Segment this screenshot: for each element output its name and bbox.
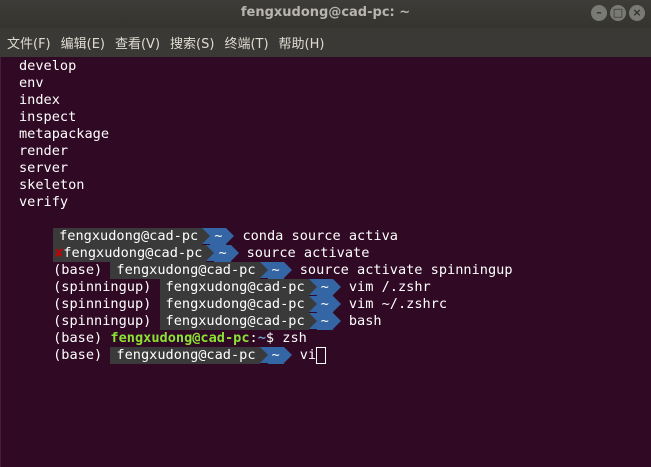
title-bar: fengxudong@cad-pc: ~ – □ × [0, 0, 651, 28]
output-line: env [19, 75, 44, 91]
output-line: metapackage [19, 126, 110, 142]
maximize-button[interactable]: □ [610, 5, 626, 21]
prompt-separator-icon [308, 313, 317, 329]
text-cursor [316, 347, 327, 364]
command-input[interactable]: vi [300, 347, 316, 363]
menu-terminal[interactable]: 终端(T) [219, 33, 273, 52]
prompt-line: (base) fengxudong@cad-pc:~$ zsh [4, 313, 307, 346]
output-line: render [19, 143, 69, 159]
terminal-output[interactable]: develop env index inspect metapackage re… [0, 57, 651, 467]
prompt-dir: ~ [316, 313, 333, 330]
output-line: server [19, 160, 69, 176]
output-line: develop [19, 58, 77, 74]
prompt-separator-icon [259, 347, 268, 363]
output-line: index [19, 92, 60, 108]
prompt-arrow-icon [332, 313, 341, 329]
window-controls: – □ × [591, 5, 645, 21]
menu-search[interactable]: 搜索(S) [165, 33, 219, 52]
prompt-line: (base) fengxudong@cad-pc ~ vi [4, 330, 327, 364]
prompt-line: fengxudong@cad-pc ~ conda source activa [4, 211, 398, 245]
close-button[interactable]: × [629, 5, 645, 21]
menu-help[interactable]: 帮助(H) [274, 33, 330, 52]
window-title: fengxudong@cad-pc: ~ [240, 5, 411, 20]
menu-file[interactable]: 文件(F) [2, 33, 56, 52]
prompt-line: (base) fengxudong@cad-pc ~ source activate… [4, 245, 513, 279]
minimize-button[interactable]: – [591, 5, 607, 21]
prompt-line: (spinningup) fengxudong@cad-pc ~ vim ~/.zs… [4, 279, 447, 313]
output-line: verify [19, 194, 69, 210]
terminal-window: fengxudong@cad-pc: ~ – □ × 文件(F) 编辑(E) 查… [0, 0, 651, 467]
output-line: inspect [19, 109, 77, 125]
menu-edit[interactable]: 编辑(E) [56, 33, 110, 52]
conda-env-label: (base) [53, 347, 103, 363]
prompt-host: fengxudong@cad-pc [110, 347, 260, 364]
command-text: bash [348, 313, 382, 329]
prompt-dir: ~ [267, 347, 284, 364]
prompt-arrow-icon [283, 347, 292, 363]
menu-view[interactable]: 查看(V) [110, 33, 165, 52]
menu-bar: 文件(F) 编辑(E) 查看(V) 搜索(S) 终端(T) 帮助(H) [0, 28, 651, 57]
prompt-line: (spinningup) fengxudong@cad-pc ~ bash [4, 296, 382, 330]
output-line: skeleton [19, 177, 85, 193]
prompt-line: (spinningup) fengxudong@cad-pc ~ vim /.zsh… [4, 262, 431, 296]
prompt-line: ✘fengxudong@cad-pc ~ source activate [4, 228, 369, 262]
